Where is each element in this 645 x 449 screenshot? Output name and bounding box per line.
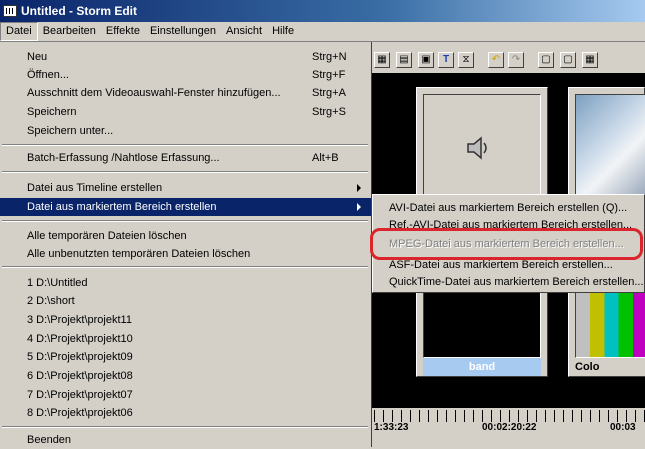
recent-file-4[interactable]: 4 D:\Projekt\projekt10 (0, 330, 371, 348)
menu-bar: Datei Bearbeiten Effekte Einstellungen A… (0, 22, 645, 42)
view2-icon[interactable]: ▢ (560, 52, 576, 68)
window-title: Untitled - Storm Edit (21, 4, 137, 18)
menu-hilfe[interactable]: Hilfe (267, 23, 299, 40)
menu-ansicht[interactable]: Ansicht (221, 23, 267, 40)
hourglass-icon[interactable]: ⧖ (458, 52, 474, 68)
submenu-arrow-icon (357, 184, 361, 192)
menu-item-oeffnen[interactable]: Öffnen... Strg+F (0, 66, 371, 84)
menu-item-add-to-video-window[interactable]: Ausschnitt dem Videoauswahl-Fenster hinz… (0, 84, 371, 102)
submenu-arrow-icon (357, 203, 361, 211)
menu-separator (2, 144, 368, 146)
recent-file-7[interactable]: 7 D:\Projekt\projekt07 (0, 386, 371, 404)
menu-item-batch-capture[interactable]: Batch-Erfassung /Nahtlose Erfassung... Al… (0, 149, 371, 167)
timeline-time-2: 00:02:20:22 (482, 422, 537, 433)
timeline[interactable]: 1:33:23 00:02:20:22 00:03 (372, 408, 645, 447)
menu-item-file-from-timeline[interactable]: Datei aus Timeline erstellen (0, 179, 371, 197)
menu-separator (2, 220, 368, 222)
speaker-icon (467, 136, 487, 160)
thumb-label-band: band (423, 358, 541, 376)
datei-menu: Neu Strg+N Öffnen... Strg+F Ausschnitt dem… (0, 42, 372, 447)
menu-item-delete-temp-files[interactable]: Alle temporären Dateien löschen (0, 227, 371, 245)
submenu-item-ref-avi[interactable]: Ref.-AVI-Datei aus markiertem Bereich er… (373, 216, 645, 234)
clip-icon[interactable]: ▤ (396, 52, 412, 68)
menu-item-beenden[interactable]: Beenden (0, 431, 371, 449)
menu-bearbeiten[interactable]: Bearbeiten (38, 23, 101, 40)
film-icon[interactable]: ▦ (374, 52, 390, 68)
menu-separator (2, 171, 368, 173)
menu-item-speichern[interactable]: Speichern Strg+S (0, 103, 371, 121)
submenu-item-mpeg: MPEG-Datei aus markiertem Bereich erstel… (389, 238, 624, 250)
timeline-ruler[interactable] (374, 410, 645, 422)
frame-icon[interactable]: ▣ (418, 52, 434, 68)
submenu-item-quicktime[interactable]: QuickTime-Datei aus markiertem Bereich e… (373, 273, 645, 291)
recent-file-8[interactable]: 8 D:\Projekt\projekt06 (0, 404, 371, 422)
recent-file-2[interactable]: 2 D:\short (0, 292, 371, 310)
redo-icon[interactable]: ↷ (508, 52, 524, 68)
toolbar: ▦ ▤ ▣ T ⧖ ↶ ↷ ▢ ▢ ▦ (372, 43, 645, 73)
recent-file-1[interactable]: 1 D:\Untitled (0, 274, 371, 292)
text-tool-icon[interactable]: T (438, 52, 454, 68)
submenu-item-asf[interactable]: ASF-Datei aus markiertem Bereich erstell… (373, 256, 645, 274)
recent-file-6[interactable]: 6 D:\Projekt\projekt08 (0, 367, 371, 385)
menu-datei[interactable]: Datei (0, 22, 38, 41)
menu-separator (2, 426, 368, 428)
menu-item-neu[interactable]: Neu Strg+N (0, 48, 371, 66)
timeline-time-1: 1:33:23 (374, 422, 409, 433)
view3-icon[interactable]: ▦ (582, 52, 598, 68)
menu-separator (2, 266, 368, 268)
recent-file-5[interactable]: 5 D:\Projekt\projekt09 (0, 348, 371, 366)
thumb-label-color: Colo (575, 358, 645, 376)
menu-effekte[interactable]: Effekte (101, 23, 145, 40)
menu-item-speichern-unter[interactable]: Speichern unter... (0, 122, 371, 140)
recent-file-3[interactable]: 3 D:\Projekt\projekt11 (0, 311, 371, 329)
submenu-item-avi[interactable]: AVI-Datei aus markiertem Bereich erstell… (373, 199, 645, 217)
create-from-selection-submenu: AVI-Datei aus markiertem Bereich erstell… (372, 194, 645, 293)
undo-icon[interactable]: ↶ (488, 52, 504, 68)
menu-item-delete-unused-temp-files[interactable]: Alle unbenutzten temporären Dateien lösc… (0, 245, 371, 263)
menu-item-file-from-selection[interactable]: Datei aus markiertem Bereich erstellen (0, 198, 371, 216)
menu-einstellungen[interactable]: Einstellungen (145, 23, 221, 40)
app-icon (3, 5, 17, 17)
view1-icon[interactable]: ▢ (538, 52, 554, 68)
title-bar: Untitled - Storm Edit (0, 0, 645, 22)
timeline-time-3: 00:03 (610, 422, 636, 433)
